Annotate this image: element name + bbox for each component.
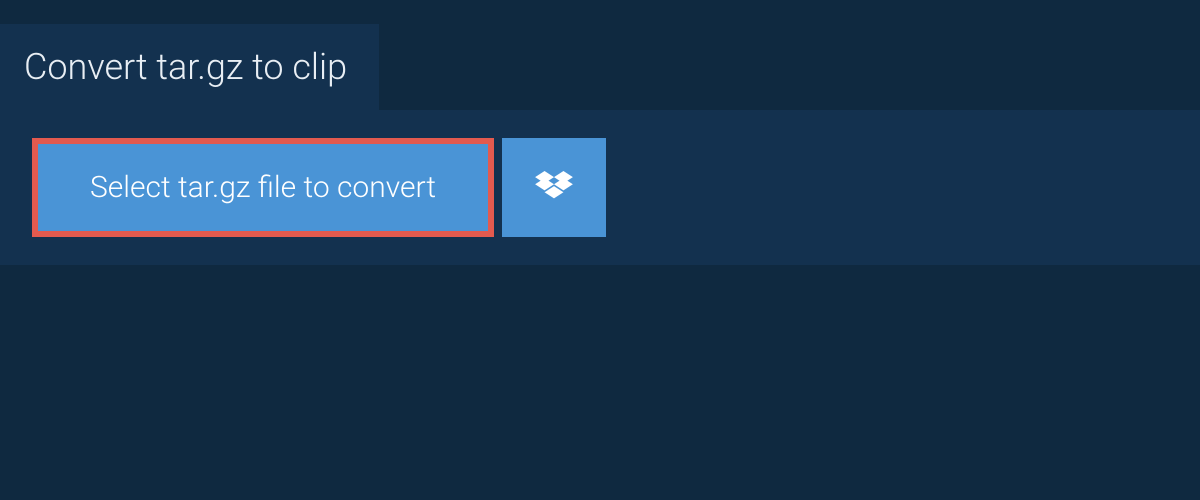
select-file-label: Select tar.gz file to convert (90, 170, 436, 205)
dropbox-icon (535, 171, 573, 205)
button-row: Select tar.gz file to convert (32, 138, 1168, 237)
select-file-button[interactable]: Select tar.gz file to convert (32, 138, 494, 237)
tab-header: Convert tar.gz to clip (0, 24, 379, 110)
dropbox-button[interactable] (502, 138, 606, 237)
page-title: Convert tar.gz to clip (24, 46, 347, 88)
upload-panel: Select tar.gz file to convert (0, 110, 1200, 265)
